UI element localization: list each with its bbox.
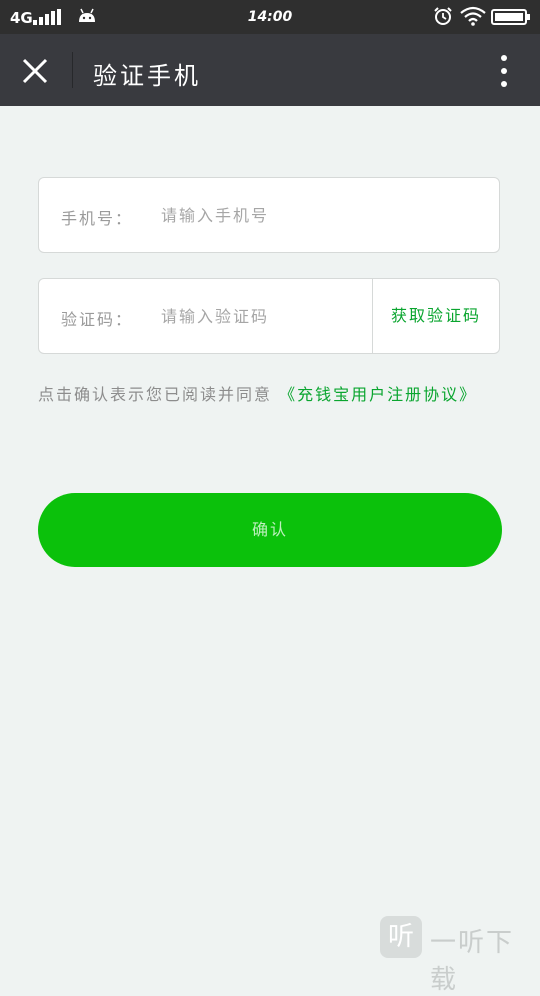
get-code-button[interactable]: 获取验证码 (373, 279, 499, 353)
header-divider (72, 52, 73, 88)
alarm-icon (434, 7, 452, 25)
phone-label: 手机号： (61, 209, 134, 228)
agreement-text: 点击确认表示您已阅读并同意 (38, 385, 273, 404)
agreement-notice: 点击确认表示您已阅读并同意 《充钱宝用户注册协议》 (38, 380, 500, 410)
confirm-button[interactable]: 确认 (38, 493, 502, 567)
agreement-link[interactable]: 《充钱宝用户注册协议》 (279, 385, 477, 404)
watermark-logo: 听 (380, 916, 422, 958)
header-bar: 验证手机 (0, 34, 540, 106)
more-vertical-icon[interactable] (495, 54, 513, 88)
battery-icon (491, 9, 530, 25)
clock: 14:00 (247, 9, 293, 25)
watermark: 听 一听下载 (380, 916, 540, 995)
close-icon[interactable] (20, 56, 50, 86)
code-input[interactable] (161, 301, 361, 331)
watermark-text: 一听下载 (430, 928, 515, 995)
phone-field: 手机号： (38, 177, 500, 253)
wifi-icon (460, 6, 486, 26)
code-label: 验证码： (61, 310, 134, 329)
status-bar: 4G 14:00 (0, 0, 540, 34)
phone-input[interactable] (161, 200, 481, 230)
code-field: 验证码： 获取验证码 (38, 278, 500, 354)
page-title: 验证手机 (93, 62, 201, 90)
